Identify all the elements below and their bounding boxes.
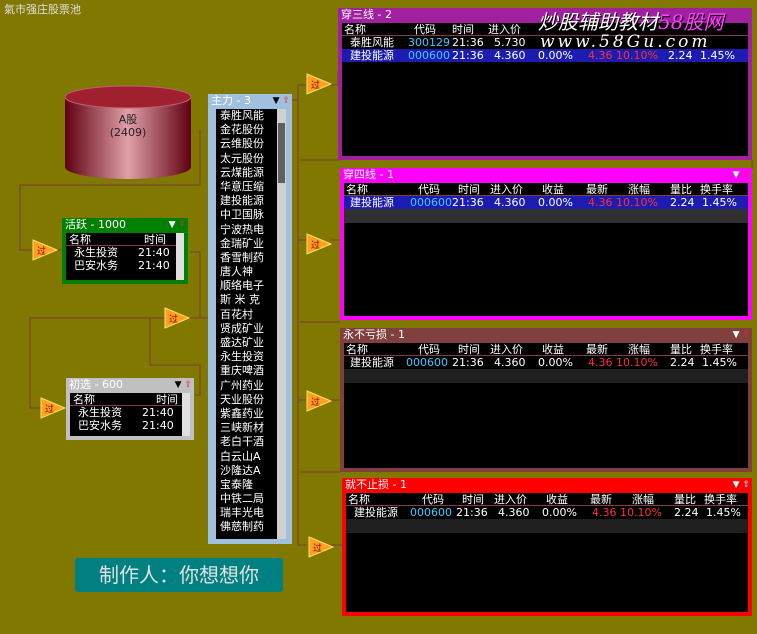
pin-icon[interactable]: ⇧ <box>184 380 192 390</box>
table-header: 名称 时间 <box>66 233 184 246</box>
panel-yongbu[interactable]: 永不亏损 - 1 ▼ ⇧ 名称 代码 时间 进入价 收益 最新 涨幅 量比 换手率 建投能源 000… <box>340 328 752 472</box>
list-item[interactable]: 三峡新材 <box>220 421 264 435</box>
list-item[interactable]: 白云山A <box>220 450 264 464</box>
panel-title: 穿三线 - 2 <box>341 8 392 21</box>
panel-title: 就不止损 - 1 <box>345 478 407 491</box>
list-item[interactable]: 斯 米 克 <box>220 293 264 307</box>
dropdown-icon[interactable]: ▼ <box>273 96 280 106</box>
pin-icon[interactable]: ⇧ <box>742 330 750 340</box>
maker-label: 制作人：你想想你 <box>75 558 283 592</box>
table-header: 名称 代码 时间 进入价 收益 最新 涨幅 量比 换手率 <box>344 343 748 356</box>
empty-row <box>346 519 748 533</box>
table-header: 名称 代码 时间 进入价 收益 最新 涨幅 量比 换手率 <box>346 493 748 506</box>
empty-row <box>344 209 748 223</box>
panel-title: 主力 - 3 <box>211 94 251 107</box>
list-item[interactable]: 唐人神 <box>220 265 264 279</box>
cylinder-label: A股 (2409) <box>109 113 147 139</box>
svg-text:过: 过 <box>37 245 46 257</box>
yongbu-table: 名称 代码 时间 进入价 收益 最新 涨幅 量比 换手率 建投能源 000600 21:36 4.36… <box>344 343 748 468</box>
list-item[interactable]: 金瑞矿业 <box>220 237 264 251</box>
panel-title: 活跃 - 1000 <box>65 218 126 231</box>
dropdown-icon[interactable]: ▼ <box>175 380 182 390</box>
list-item[interactable]: 佛慈制药 <box>220 520 264 534</box>
list-item[interactable]: 泰胜风能 <box>220 109 264 123</box>
list-item[interactable]: 广州药业 <box>220 379 264 393</box>
list-item[interactable]: 宁波热电 <box>220 223 264 237</box>
svg-text:过: 过 <box>311 396 320 408</box>
list-item[interactable]: 顺络电子 <box>220 279 264 293</box>
list-item[interactable]: 香雪制药 <box>220 251 264 265</box>
panel-jiubu[interactable]: 就不止损 - 1 ▼ ⇧ 名称 代码 时间 进入价 收益 最新 涨幅 量比 换手率 建投能源 000… <box>342 478 752 616</box>
filter-arrow-huoyue[interactable]: 过 <box>32 239 59 261</box>
list-item[interactable]: 重庆啤酒 <box>220 364 264 378</box>
panel-huoyue[interactable]: 活跃 - 1000 ▼ ⇧ 名称 时间 永生投资 21:40 巴安水务 21:40 <box>62 218 188 284</box>
list-item[interactable]: 贤成矿业 <box>220 322 264 336</box>
list-item[interactable]: 宝泰隆 <box>220 478 264 492</box>
list-item[interactable]: 紫鑫药业 <box>220 407 264 421</box>
list-item[interactable]: 华意压缩 <box>220 180 264 194</box>
list-item[interactable]: 太元股份 <box>220 152 264 166</box>
table-row[interactable]: 巴安水务 21:40 <box>66 259 184 272</box>
list-item[interactable]: 建投能源 <box>220 194 264 208</box>
dropdown-icon[interactable]: ▼ <box>733 170 740 180</box>
panel-title: 初选 - 600 <box>69 378 123 391</box>
table-header: 名称 代码 时间 进入价 收益 最新 涨幅 量比 换手率 <box>344 183 748 196</box>
list-item[interactable]: 盛达矿业 <box>220 336 264 350</box>
zhuli-list: 泰胜风能 金花股份 云维股份 太元股份 云煤能源 华意压缩 建投能源 中卫国脉 宁波热电 金瑞矿业… <box>216 109 286 539</box>
dropdown-icon[interactable]: ▼ <box>733 330 740 340</box>
list-item[interactable]: 百花村 <box>220 308 264 322</box>
svg-text:过: 过 <box>311 239 320 251</box>
pin-icon[interactable]: ⇧ <box>178 220 186 230</box>
filter-arrow-chuansi[interactable]: 过 <box>306 233 333 255</box>
watermark-url: www.58Gu.com <box>540 32 711 52</box>
list-item[interactable]: 中卫国脉 <box>220 208 264 222</box>
table-row[interactable]: 永生投资 21:40 <box>70 406 190 419</box>
svg-text:过: 过 <box>311 79 320 91</box>
pin-icon[interactable]: ⇧ <box>742 480 750 490</box>
panel-chuxuan[interactable]: 初选 - 600 ▼ ⇧ 名称 时间 永生投资 21:40 巴安水务 21:40 <box>66 378 194 440</box>
chuxuan-table: 名称 时间 永生投资 21:40 巴安水务 21:40 <box>70 393 190 436</box>
filter-arrow-jiubu[interactable]: 过 <box>308 536 335 558</box>
table-row[interactable]: 建投能源 000600 21:36 4.360 0.00% 4.36 10.10% 2.24 1… <box>346 506 748 519</box>
list-item[interactable]: 老白干酒 <box>220 435 264 449</box>
panel-title: 穿四线 - 1 <box>343 168 394 181</box>
list-item[interactable]: 金花股份 <box>220 123 264 137</box>
table-row[interactable]: 建投能源 000600 21:36 4.360 0.00% 4.36 10.10% 2.24 1… <box>344 356 748 369</box>
scrollbar-thumb[interactable] <box>278 123 285 183</box>
pin-icon[interactable]: ⇧ <box>282 96 290 106</box>
empty-row <box>344 369 748 383</box>
table-row[interactable]: 巴安水务 21:40 <box>70 419 190 432</box>
table-row[interactable]: 永生投资 21:40 <box>66 246 184 259</box>
list-item[interactable]: 天业股份 <box>220 393 264 407</box>
list-item[interactable]: 沙隆达A <box>220 464 264 478</box>
panel-chuansi[interactable]: 穿四线 - 1 ▼ ⇧ 名称 代码 时间 进入价 收益 最新 涨幅 量比 换手率 建投能源 0006… <box>340 168 752 320</box>
filter-arrow-yongbu[interactable]: 过 <box>306 390 333 412</box>
list-item[interactable]: 云煤能源 <box>220 166 264 180</box>
filter-arrow-zhuli[interactable]: 过 <box>164 307 191 329</box>
pin-icon[interactable]: ⇧ <box>742 170 750 180</box>
huoyue-table: 名称 时间 永生投资 21:40 巴安水务 21:40 <box>66 233 184 280</box>
svg-text:过: 过 <box>169 313 178 325</box>
table-header: 名称 时间 <box>70 393 190 406</box>
list-item[interactable]: 中铁二局 <box>220 492 264 506</box>
watermark-text: 炒股辅助教材58股网 <box>538 10 724 34</box>
panel-zhuli[interactable]: 主力 - 3 ▼ ⇧ 泰胜风能 金花股份 云维股份 太元股份 云煤能源 华意压缩 建投能源 中卫… <box>208 94 292 544</box>
list-item[interactable]: 永生投资 <box>220 350 264 364</box>
scrollbar[interactable] <box>176 233 184 280</box>
panel-title: 永不亏损 - 1 <box>343 328 405 341</box>
svg-text:过: 过 <box>45 403 54 415</box>
list-item[interactable]: 云维股份 <box>220 137 264 151</box>
list-item[interactable]: 瑞丰光电 <box>220 506 264 520</box>
scrollbar[interactable] <box>182 393 190 436</box>
dropdown-icon[interactable]: ▼ <box>733 480 740 490</box>
svg-text:过: 过 <box>313 542 322 554</box>
filter-arrow-chuxuan[interactable]: 过 <box>40 397 67 419</box>
chuansi-table: 名称 代码 时间 进入价 收益 最新 涨幅 量比 换手率 建投能源 000600 21:36 4.36… <box>344 183 748 316</box>
filter-arrow-chuansan[interactable]: 过 <box>306 73 333 95</box>
table-row-selected[interactable]: 建投能源 000600 21:36 4.360 0.00% 4.36 10.10% 2.24 1… <box>344 196 748 209</box>
dropdown-icon[interactable]: ▼ <box>169 220 176 230</box>
jiubu-table: 名称 代码 时间 进入价 收益 最新 涨幅 量比 换手率 建投能源 000600 21:36 4.36… <box>346 493 748 612</box>
